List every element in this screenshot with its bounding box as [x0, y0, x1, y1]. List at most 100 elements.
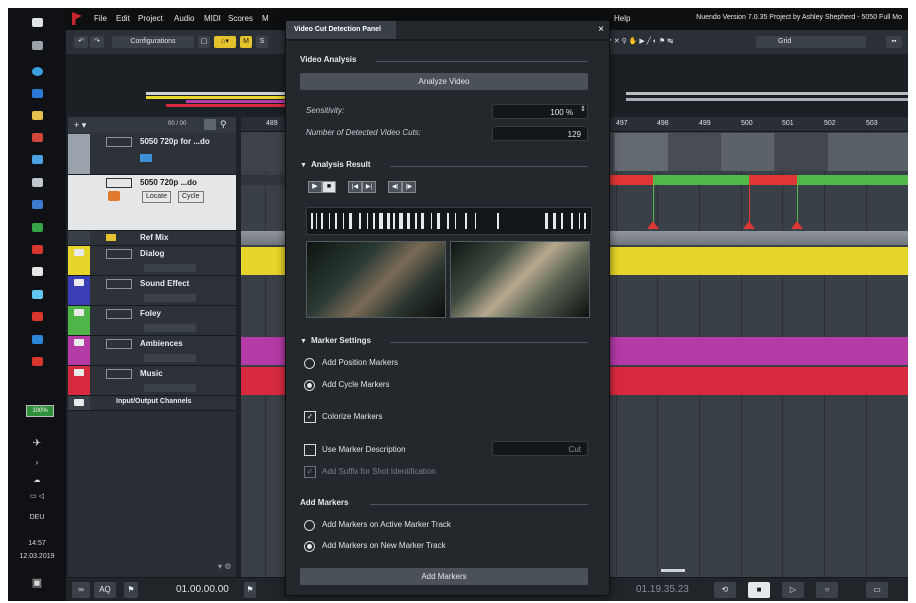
menu-edit[interactable]: Edit	[116, 14, 130, 23]
time-display-right[interactable]: 01.19.35.23	[636, 582, 689, 598]
marker-triangle-icon[interactable]	[743, 221, 755, 229]
configurations-button[interactable]: Configurations	[112, 36, 194, 48]
cycle-icon[interactable]: ⟲	[714, 582, 736, 598]
sensitivity-field[interactable]: 100 %	[492, 104, 588, 119]
start-icon[interactable]	[32, 18, 43, 27]
menu-midi[interactable]: MIDI	[204, 14, 221, 23]
cycle-marker-green[interactable]	[797, 175, 908, 185]
mute-solo-buttons[interactable]	[106, 309, 132, 319]
clock-date[interactable]: 12.03.2019	[8, 553, 66, 560]
mute-solo-buttons[interactable]	[106, 137, 132, 147]
marker-track[interactable]: 5050 720p ...do Locate Cycle	[68, 175, 236, 231]
app-icon-red[interactable]	[32, 133, 43, 142]
app-icon-grey[interactable]	[32, 178, 43, 187]
mute-solo-buttons[interactable]	[106, 369, 132, 379]
network-icon[interactable]: ▭ ◁	[8, 492, 66, 500]
panel-tab[interactable]: Video Cut Detection Panel	[286, 21, 396, 39]
cycle-marker-red[interactable]	[749, 175, 797, 185]
add-on-new-track-radio[interactable]	[304, 541, 315, 552]
record-icon[interactable]: ○	[816, 582, 838, 598]
folder-controls[interactable]	[144, 354, 196, 362]
marker-icon[interactable]: ⚑	[244, 582, 256, 598]
tracklist-settings-icon[interactable]: ▾ ⚙	[218, 562, 231, 571]
folder-controls[interactable]	[144, 384, 196, 392]
track-io-channels[interactable]: Input/Output Channels	[68, 396, 236, 411]
notification-icon[interactable]: ▣	[8, 576, 66, 589]
window-layout-icon[interactable]: ▢	[198, 36, 210, 48]
track-foley[interactable]: Foley	[68, 306, 236, 336]
analyze-video-button[interactable]: Analyze Video	[300, 73, 588, 90]
add-on-active-track-radio[interactable]	[304, 520, 315, 531]
cycle-button[interactable]: Cycle	[178, 191, 204, 203]
aq-button[interactable]: AQ	[94, 582, 116, 598]
track-music[interactable]: Music	[68, 366, 236, 396]
video-track[interactable]: 5050 720p for ...do	[68, 134, 236, 175]
grid-type-select[interactable]: Grid	[756, 36, 866, 48]
play-icon[interactable]: ▶	[308, 181, 322, 193]
menu-project[interactable]: Project	[138, 14, 163, 23]
app-icon-white[interactable]	[32, 267, 43, 276]
stepper-icon[interactable]: ⇕	[580, 105, 586, 113]
cut-timeline[interactable]	[306, 207, 592, 235]
store-icon[interactable]	[32, 155, 43, 164]
horizontal-scrollbar[interactable]	[661, 569, 685, 572]
app-icon-red-2[interactable]	[32, 245, 43, 254]
marker-triangle-icon[interactable]	[791, 221, 803, 229]
menu-audio[interactable]: Audio	[174, 14, 194, 23]
colorize-markers-checkbox[interactable]: ✓	[304, 411, 316, 423]
add-position-markers-radio[interactable]	[304, 358, 315, 369]
menu-scores[interactable]: Scores	[228, 14, 253, 23]
folder-controls[interactable]	[144, 264, 196, 272]
play-icon[interactable]: ▷	[782, 582, 804, 598]
flag-icon[interactable]: ⚑	[124, 582, 138, 598]
add-suffix-checkbox[interactable]: ✓	[304, 466, 316, 478]
previous-shot-icon[interactable]: ◀|	[388, 181, 402, 193]
mute-solo-buttons[interactable]	[106, 279, 132, 289]
nuendo-taskbar-icon[interactable]	[32, 357, 43, 366]
language-indicator[interactable]: DEU	[8, 514, 66, 521]
search-icon[interactable]: ⚲	[220, 119, 227, 130]
tools-icon-row[interactable]: ↗ ✕ ⚲ ✋ ▶ ╱ ◐ ⚑ ↹	[606, 36, 726, 48]
track-visibility-icon[interactable]	[204, 119, 216, 130]
menu-help[interactable]: Help	[614, 14, 630, 23]
marker-triangle-icon[interactable]	[647, 221, 659, 229]
chevron-up-icon[interactable]: ›	[8, 458, 66, 467]
undo-icon[interactable]: ↶	[74, 36, 88, 48]
m-button[interactable]: M	[240, 36, 252, 48]
home-icon[interactable]: ⌂▾	[214, 36, 236, 48]
redo-icon[interactable]: ↷	[90, 36, 104, 48]
powerpoint-icon[interactable]	[32, 312, 43, 321]
close-icon[interactable]: ×	[598, 24, 604, 35]
window-icon[interactable]: ▭	[866, 582, 888, 598]
edge-icon[interactable]	[32, 89, 43, 98]
record-enable-icon[interactable]	[106, 234, 116, 241]
track-sound-effect[interactable]: Sound Effect	[68, 276, 236, 306]
cycle-marker-green[interactable]	[653, 175, 749, 185]
locate-button[interactable]: Locate	[142, 191, 172, 203]
folder-controls[interactable]	[144, 294, 196, 302]
clock-time[interactable]: 14:57	[8, 540, 66, 547]
use-marker-description-checkbox[interactable]	[304, 444, 316, 456]
track-ref-mix[interactable]: Ref Mix	[68, 231, 236, 246]
next-shot-icon[interactable]: |▶	[402, 181, 416, 193]
next-cut-icon[interactable]: ▶|	[362, 181, 376, 193]
previous-cut-icon[interactable]: |◀	[348, 181, 362, 193]
add-markers-button[interactable]: Add Markers	[300, 568, 588, 585]
marker-description-field[interactable]: Cut	[492, 441, 588, 456]
task-view-icon[interactable]	[32, 41, 43, 50]
loop-icon[interactable]: ∞	[72, 582, 90, 598]
triangle-down-icon[interactable]: ▼	[300, 338, 307, 345]
stop-icon[interactable]: ■	[322, 181, 336, 193]
app-icon-blue[interactable]	[32, 67, 43, 76]
toolbar-settings-icon[interactable]: ▪▪	[886, 36, 902, 48]
app-icon-dark-blue[interactable]	[32, 200, 43, 209]
menu-file[interactable]: File	[94, 14, 107, 23]
folder-controls[interactable]	[144, 324, 196, 332]
cloud-icon[interactable]: ☁	[8, 476, 66, 484]
add-cycle-markers-radio[interactable]	[304, 380, 315, 391]
app-icon-cyan[interactable]	[32, 290, 43, 299]
track-dialog[interactable]: Dialog	[68, 246, 236, 276]
stop-icon[interactable]: ■	[748, 582, 770, 598]
time-display-left[interactable]: 01.00.00.00	[176, 582, 229, 598]
excel-icon[interactable]	[32, 223, 43, 232]
